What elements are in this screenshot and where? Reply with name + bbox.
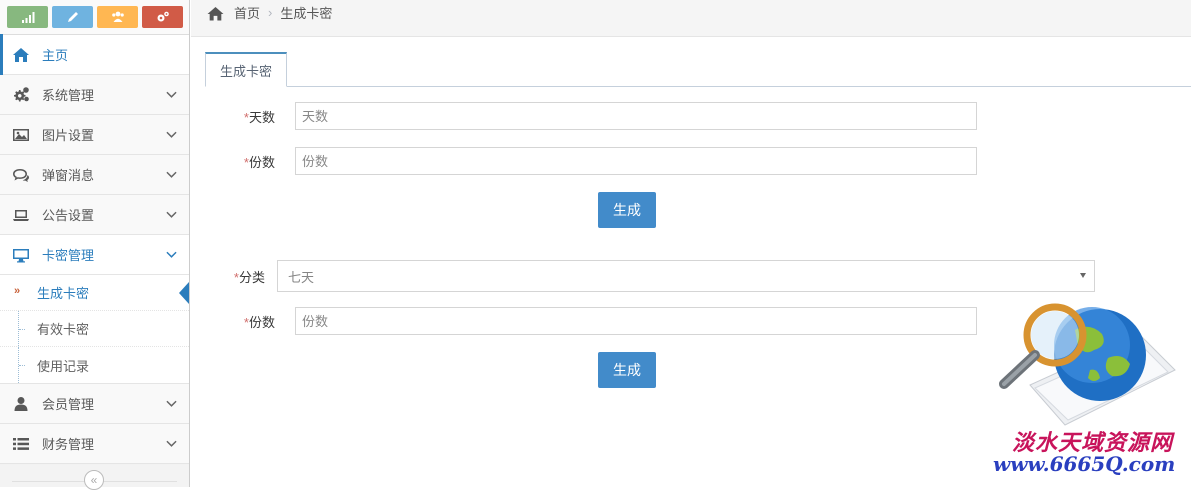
- count-row: *份数: [220, 147, 977, 175]
- cogs-icon: [14, 86, 29, 101]
- cogs-shortcut-button[interactable]: [142, 6, 183, 28]
- caret-down-icon: [1080, 273, 1086, 278]
- sidebar-item-label: 会员管理: [42, 397, 95, 412]
- submenu-item-label: 使用记录: [37, 358, 90, 374]
- sidebar-item-announcement[interactable]: 公告设置: [0, 195, 189, 235]
- sidebar-item-home[interactable]: 主页: [0, 34, 189, 75]
- sidebar-collapse-bar: «: [0, 465, 189, 490]
- users-icon: [111, 11, 124, 22]
- days-label: *天数: [243, 109, 275, 125]
- generate-button[interactable]: 生成: [598, 192, 656, 228]
- sidebar-item-picture[interactable]: 图片设置: [0, 115, 189, 155]
- comments-icon: [13, 168, 29, 182]
- sidebar-shortcuts: [0, 0, 189, 35]
- count-label: *份数: [243, 154, 275, 170]
- generate2-button[interactable]: 生成: [598, 352, 656, 388]
- home-icon: [13, 47, 29, 62]
- users-shortcut-button[interactable]: [97, 6, 138, 28]
- active-caret: [179, 282, 189, 304]
- category-label: *分类: [233, 269, 265, 285]
- count2-label: *份数: [243, 314, 275, 330]
- sidebar-item-label: 公告设置: [42, 208, 95, 223]
- days-row: *天数: [220, 102, 977, 130]
- submenu-item-label: 有效卡密: [37, 322, 90, 337]
- laptop-icon: [13, 209, 29, 221]
- chevron-down-icon: [165, 171, 177, 178]
- breadcrumb-home-link[interactable]: 首页: [234, 3, 260, 22]
- magnifier-globe-icon: [999, 303, 1176, 426]
- chevron-down-icon: [165, 251, 177, 258]
- breadcrumb-separator: ›: [268, 5, 273, 20]
- submenu-item-generate[interactable]: » 生成卡密: [0, 275, 189, 311]
- sidebar-item-label: 卡密管理: [42, 248, 95, 263]
- user-icon: [14, 396, 28, 411]
- chevron-down-icon: [165, 440, 177, 447]
- desktop-icon: [13, 248, 29, 262]
- breadcrumb: 首页 › 生成卡密: [191, 0, 1191, 37]
- sidebar-item-label: 主页: [42, 48, 69, 63]
- picture-icon: [13, 128, 29, 141]
- chevron-down-icon: [165, 400, 177, 407]
- days-input[interactable]: [295, 102, 977, 130]
- sidebar-item-system[interactable]: 系统管理: [0, 75, 189, 115]
- sidebar-item-label: 弹窗消息: [42, 168, 95, 183]
- watermark: 淡水天域资源网 www.6665Q.com: [990, 300, 1180, 480]
- submenu-item-valid[interactable]: 有效卡密: [0, 311, 189, 347]
- card-submenu: » 生成卡密 有效卡密 使用记录: [0, 275, 189, 384]
- breadcrumb-current: 生成卡密: [280, 6, 333, 21]
- sidebar-item-popup[interactable]: 弹窗消息: [0, 155, 189, 195]
- chevron-down-icon: [165, 131, 177, 138]
- tab-generate-card[interactable]: 生成卡密: [205, 52, 287, 87]
- chevron-down-icon: [165, 211, 177, 218]
- sidebar-item-label: 财务管理: [42, 437, 95, 452]
- double-angle-right-icon: »: [14, 285, 21, 297]
- category-row: *分类 七天: [210, 260, 1095, 292]
- sidebar-item-finance[interactable]: 财务管理: [0, 424, 189, 464]
- signal-shortcut-button[interactable]: [7, 6, 48, 28]
- double-angle-left-icon[interactable]: «: [84, 470, 104, 490]
- list-icon: [13, 437, 29, 450]
- count2-row: *份数: [220, 307, 977, 335]
- sidebar-item-card[interactable]: 卡密管理: [0, 235, 189, 275]
- category-select[interactable]: 七天: [277, 260, 1095, 292]
- count-input[interactable]: [295, 147, 977, 175]
- sidebar-item-members[interactable]: 会员管理: [0, 384, 189, 424]
- watermark-line2: www.6665Q.com: [993, 452, 1176, 476]
- sidebar-item-label: 图片设置: [42, 128, 95, 143]
- pencil-icon: [67, 12, 78, 22]
- cogs-icon: [157, 11, 169, 22]
- signal-icon: [21, 12, 34, 23]
- pencil-shortcut-button[interactable]: [52, 6, 93, 28]
- sidebar: 主页 系统管理 图片设置 弹窗消息 公告设置 卡密管理 » 生成卡密 有效卡密: [0, 0, 190, 490]
- tab-bar: 生成卡密: [205, 52, 1191, 87]
- sidebar-item-label: 系统管理: [42, 88, 95, 103]
- submenu-item-usage[interactable]: 使用记录: [0, 347, 189, 383]
- submenu-item-label: 生成卡密: [37, 286, 90, 301]
- category-selected-value: 七天: [288, 269, 315, 285]
- count2-input[interactable]: [295, 307, 977, 335]
- chevron-down-icon: [165, 91, 177, 98]
- home-icon: [207, 6, 224, 21]
